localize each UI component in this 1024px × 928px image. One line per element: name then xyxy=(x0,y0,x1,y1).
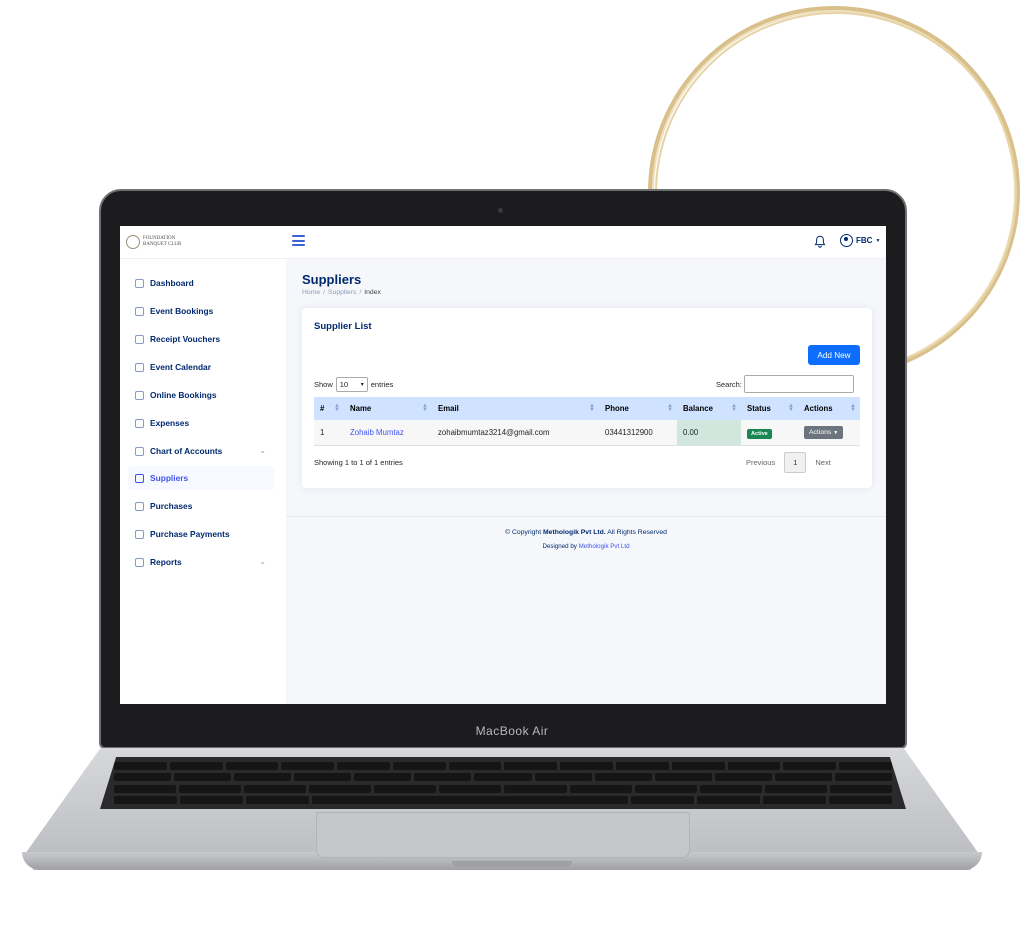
col-header-balance[interactable]: Balance ▲ ▼ xyxy=(677,397,741,420)
suppliers-table: # ▲ ▼ Name ▲ ▼ Email ▲ ▼ Phone ▲ ▼ Balance ▲ ▼ Sta… xyxy=(314,397,860,446)
receipt-icon xyxy=(135,334,144,344)
sidebar-item-purchases[interactable]: Purchases xyxy=(128,494,274,518)
pagination-previous[interactable]: Previous xyxy=(742,454,779,471)
sidebar-item-reports[interactable]: Reports ⌄ xyxy=(128,550,274,574)
cell-name-link[interactable]: Zohaib Mumtaz xyxy=(344,420,432,446)
designed-by-text: Designed by Methologik Pvt Ltd xyxy=(542,543,630,550)
main-content: Suppliers Home / Suppliers / Index Suppl… xyxy=(286,259,886,704)
user-avatar-icon xyxy=(840,234,853,247)
table-header-row: # ▲ ▼ Name ▲ ▼ Email ▲ ▼ Phone ▲ ▼ Balance ▲ ▼ Sta… xyxy=(314,397,860,420)
col-header-name[interactable]: Name ▲ ▼ xyxy=(344,397,432,420)
sidebar-item-receipt-vouchers[interactable]: Receipt Vouchers xyxy=(128,327,274,351)
grid-icon xyxy=(135,278,144,288)
breadcrumb: Home / Suppliers / Index xyxy=(302,289,381,296)
user-name: FBC xyxy=(856,236,873,245)
user-menu[interactable]: FBC ▼ xyxy=(840,234,880,247)
cell-status: Active xyxy=(741,420,798,446)
search-control: Search: xyxy=(716,375,854,393)
logo[interactable]: FOUNDATION BANQUET CLUB xyxy=(126,235,181,249)
calendar-icon xyxy=(135,362,144,372)
cell-balance: 0.00 xyxy=(677,420,741,446)
sort-icon: ▲ ▼ xyxy=(788,403,794,413)
cart-icon xyxy=(135,501,144,511)
status-badge: Active xyxy=(747,429,772,439)
caret-down-icon: ▼ xyxy=(875,237,881,244)
cell-phone: 03441312900 xyxy=(599,420,677,446)
pagination-page-1[interactable]: 1 xyxy=(784,452,807,473)
chevron-down-icon: ⌄ xyxy=(259,557,266,566)
copyright-text: © Copyright Methologik Pvt Ltd. All Righ… xyxy=(505,529,667,536)
col-header-number[interactable]: # ▲ ▼ xyxy=(314,397,344,420)
col-header-status[interactable]: Status ▲ ▼ xyxy=(741,397,798,420)
sort-icon: ▲ ▼ xyxy=(334,403,340,413)
sidebar-item-dashboard[interactable]: Dashboard xyxy=(128,271,274,295)
menu-toggle-icon[interactable] xyxy=(292,235,305,246)
copyright-company: Methologik Pvt Ltd. xyxy=(543,529,606,536)
calendar-icon xyxy=(135,306,144,316)
add-new-button[interactable]: Add New xyxy=(808,345,860,365)
pagination: Previous 1 Next xyxy=(742,452,835,473)
logo-emblem-icon xyxy=(126,235,140,249)
table-info: Showing 1 to 1 of 1 entries xyxy=(314,458,403,467)
sidebar-item-event-calendar[interactable]: Event Calendar xyxy=(128,355,274,379)
actions-dropdown-button[interactable]: Actions ▼ xyxy=(804,426,844,439)
pagination-next[interactable]: Next xyxy=(811,454,834,471)
cell-actions: Actions ▼ xyxy=(798,420,860,446)
ledger-icon xyxy=(135,446,144,456)
card-title: Supplier List xyxy=(314,321,372,332)
lid-notch xyxy=(452,861,572,867)
sort-icon: ▲ ▼ xyxy=(850,403,856,413)
device-label: MacBook Air xyxy=(475,724,549,738)
table-row: 1 Zohaib Mumtaz zohaibmumtaz3214@gmail.c… xyxy=(314,420,860,446)
top-navbar: FOUNDATION BANQUET CLUB FBC ▼ xyxy=(120,226,886,259)
page-title: Suppliers xyxy=(302,272,362,287)
cell-number: 1 xyxy=(314,420,344,446)
sidebar-item-event-bookings[interactable]: Event Bookings xyxy=(128,299,274,323)
logo-text-line2: BANQUET CLUB xyxy=(143,242,182,247)
sort-icon: ▲ ▼ xyxy=(667,403,673,413)
entries-length-control: Show 10 ▾ entries xyxy=(314,377,393,392)
payment-icon xyxy=(135,529,144,539)
caret-down-icon: ▼ xyxy=(833,430,839,436)
entries-select[interactable]: 10 ▾ xyxy=(335,377,368,392)
truck-icon xyxy=(135,473,144,483)
col-header-email[interactable]: Email ▲ ▼ xyxy=(432,397,599,420)
keyboard xyxy=(100,757,906,809)
sidebar-item-purchase-payments[interactable]: Purchase Payments xyxy=(128,522,274,546)
breadcrumb-current: Index xyxy=(364,289,381,296)
sidebar-item-chart-of-accounts[interactable]: Chart of Accounts ⌄ xyxy=(128,439,274,463)
breadcrumb-suppliers[interactable]: Suppliers xyxy=(328,289,356,296)
webcam xyxy=(498,208,503,213)
cash-icon xyxy=(135,418,144,428)
sort-icon: ▲ ▼ xyxy=(589,403,595,413)
sidebar: Dashboard Event Bookings Receipt Voucher… xyxy=(120,259,286,704)
cell-email: zohaibmumtaz3214@gmail.com xyxy=(432,420,599,446)
laptop-screen: FOUNDATION BANQUET CLUB FBC ▼ Dashboard … xyxy=(120,226,886,704)
supplier-list-card: Supplier List Add New Show 10 ▾ entries S… xyxy=(302,308,872,488)
search-input[interactable] xyxy=(743,375,854,393)
breadcrumb-home[interactable]: Home xyxy=(302,289,320,296)
sort-icon: ▲ ▼ xyxy=(731,403,737,413)
footer-divider xyxy=(286,516,886,517)
bell-icon[interactable] xyxy=(814,235,826,248)
col-header-phone[interactable]: Phone ▲ ▼ xyxy=(599,397,677,420)
chevron-down-icon: ▾ xyxy=(360,382,364,388)
sort-icon: ▲ ▼ xyxy=(422,403,428,413)
sidebar-item-expenses[interactable]: Expenses xyxy=(128,411,274,435)
sidebar-item-suppliers[interactable]: Suppliers xyxy=(128,466,274,490)
trackpad xyxy=(316,812,690,858)
chevron-down-icon: ⌄ xyxy=(259,446,266,455)
sidebar-item-online-bookings[interactable]: Online Bookings xyxy=(128,383,274,407)
bookmark-icon xyxy=(135,390,144,400)
col-header-actions[interactable]: Actions ▲ ▼ xyxy=(798,397,860,420)
report-icon xyxy=(135,557,144,567)
designer-link[interactable]: Methologik Pvt Ltd xyxy=(579,543,630,550)
